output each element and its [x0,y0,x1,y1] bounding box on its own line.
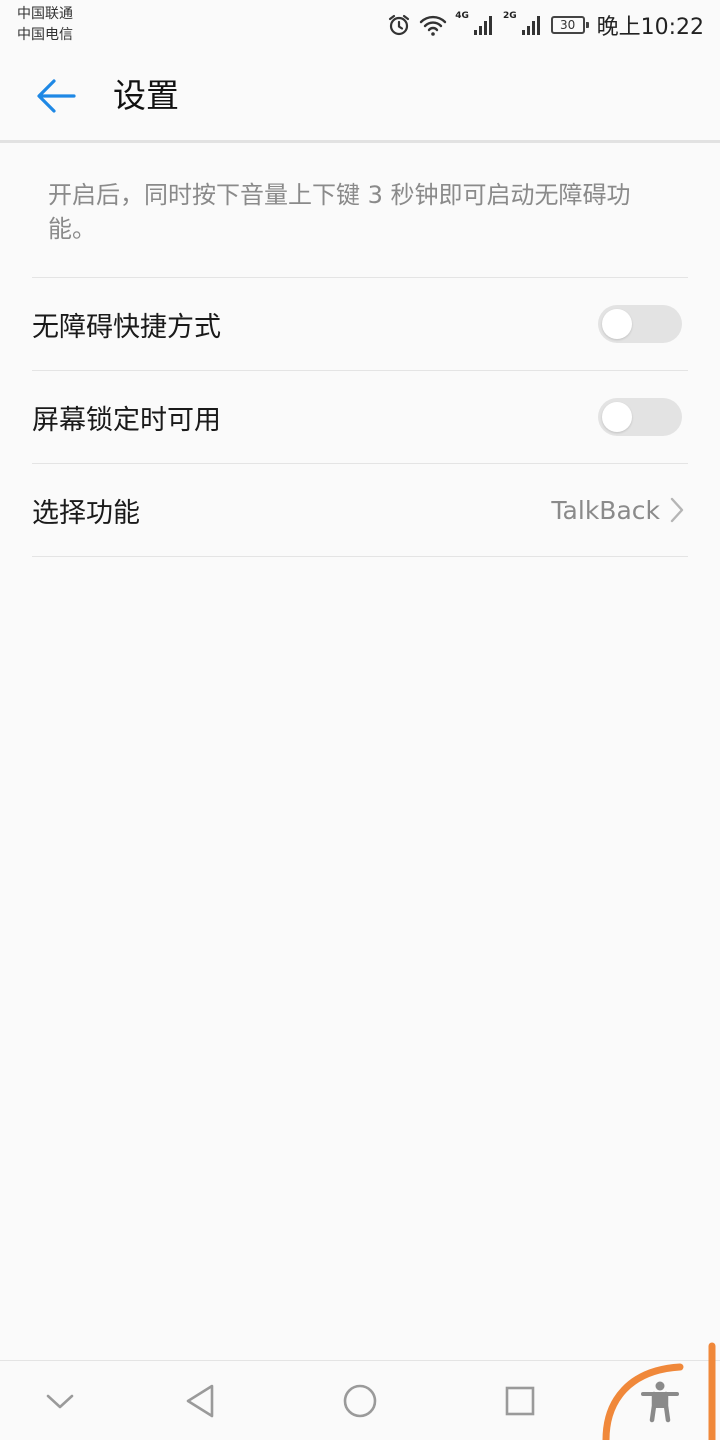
chevron-right-icon [670,497,684,523]
page-title: 设置 [113,76,179,115]
setting-label: 选择功能 [32,497,140,529]
toggle-knob [602,402,632,432]
back-button[interactable] [26,70,86,122]
network-type-2: 2G [502,11,517,21]
nav-recents-button[interactable] [480,1361,560,1440]
settings-list: 无障碍快捷方式 屏幕锁定时可用 选择功能 TalkBack [32,277,688,557]
alarm-icon [387,13,411,37]
battery-level: 30 [559,18,576,32]
setting-accessibility-shortcut[interactable]: 无障碍快捷方式 [32,277,688,370]
settings-screen: 中国联通 中国电信 4G 2G 30 晚上10:22 设置 开启后，同时按下音量… [0,0,720,1440]
signal-icon [473,14,495,36]
status-bar: 中国联通 中国电信 4G 2G 30 晚上10:22 [0,0,720,50]
description-text: 开启后，同时按下音量上下键 3 秒钟即可启动无障碍功能。 [48,181,631,243]
select-function-value-wrap: TalkBack [551,496,684,525]
status-time: 晚上10:22 [596,15,704,40]
setting-label: 屏幕锁定时可用 [32,404,221,436]
accessibility-button[interactable] [600,1340,720,1440]
wifi-icon [419,13,447,37]
setting-available-on-lockscreen[interactable]: 屏幕锁定时可用 [32,370,688,463]
accessibility-icon [641,1381,679,1423]
network-type-1: 4G [455,11,469,21]
header-divider [0,140,720,143]
accessibility-shortcut-toggle[interactable] [598,305,682,343]
setting-select-function[interactable]: 选择功能 TalkBack [32,463,688,557]
selected-function-value: TalkBack [551,495,660,525]
battery-icon: 30 [550,16,589,34]
carrier-info: 中国联通 中国电信 [17,4,73,46]
home-circle-icon [343,1384,377,1418]
back-triangle-icon [186,1384,214,1418]
nav-back-button[interactable] [160,1361,240,1440]
collapse-nav-button[interactable] [20,1361,100,1440]
status-icons: 4G 2G 30 晚上10:22 [387,8,704,42]
setting-label: 无障碍快捷方式 [32,311,221,343]
carrier-1-label: 中国联通 [17,6,73,22]
collapse-chevron-icon [46,1394,74,1409]
app-header: 设置 [0,50,720,142]
toggle-knob [602,309,632,339]
carrier-2-label: 中国电信 [17,27,73,43]
signal-icon [521,14,543,36]
recents-square-icon [505,1386,535,1416]
nav-home-button[interactable] [320,1361,400,1440]
back-arrow-icon [37,79,76,113]
lockscreen-toggle[interactable] [598,398,682,436]
